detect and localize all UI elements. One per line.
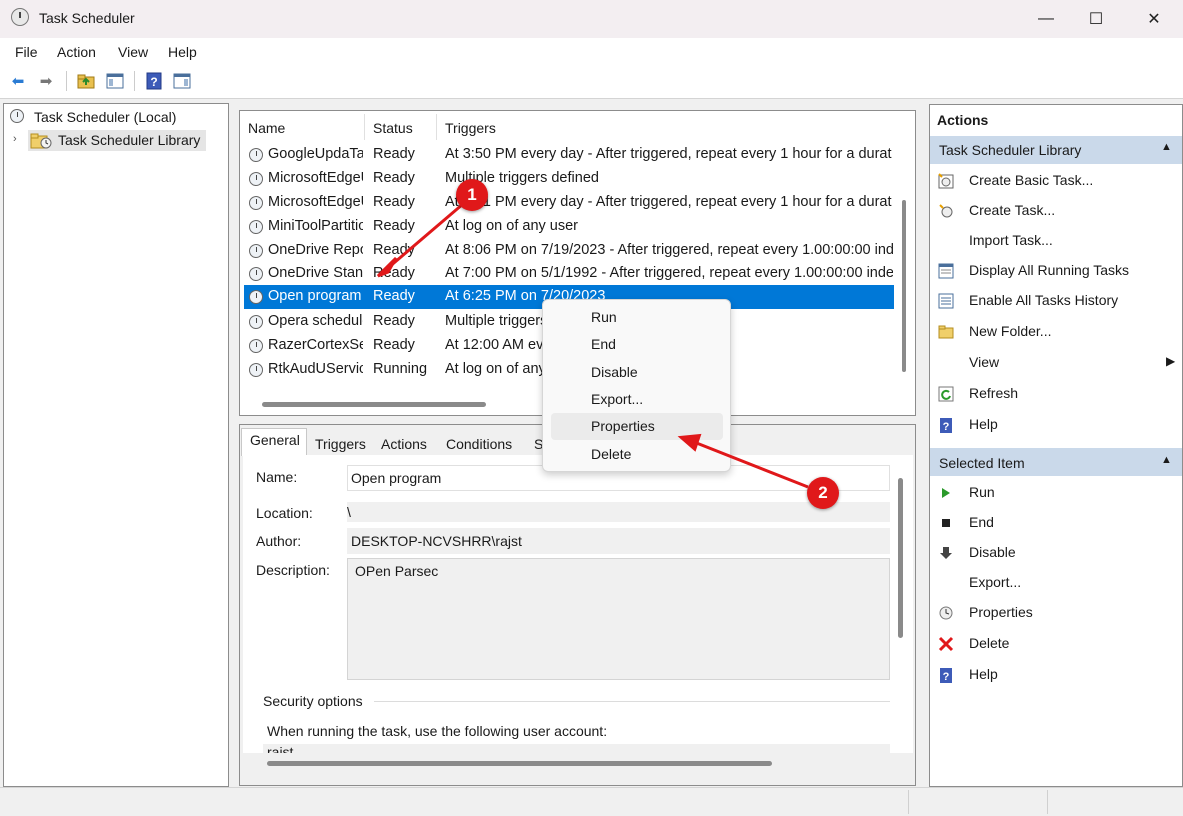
annotation-arrowhead-2 <box>677 433 702 452</box>
annotation-badge-1: 1 <box>456 179 488 211</box>
annotation-arrowhead-1 <box>376 256 398 278</box>
annotation-arrow-2 <box>693 440 809 489</box>
annotation-badge-2: 2 <box>807 477 839 509</box>
annotation-arrow-1 <box>387 196 471 270</box>
annotation-arrows <box>376 196 809 489</box>
